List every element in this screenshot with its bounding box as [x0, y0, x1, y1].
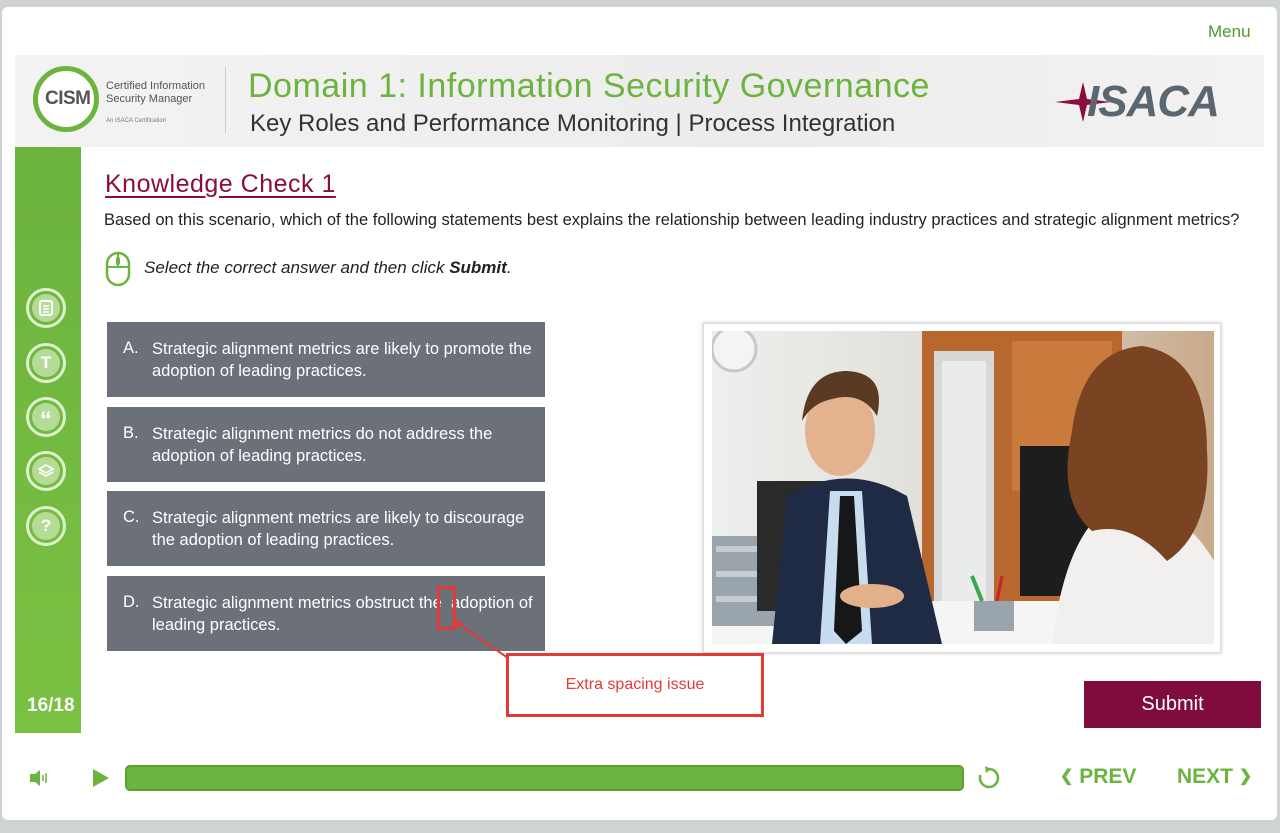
cism-logo-tagline: An ISACA Certification [106, 118, 167, 124]
domain-subtitle: Key Roles and Performance Monitoring | P… [250, 110, 896, 137]
annotation-arrow [452, 619, 509, 659]
knowledge-check-title: Knowledge Check 1 [105, 170, 336, 198]
resources-button[interactable] [26, 451, 66, 491]
option-letter: A. [123, 339, 139, 357]
cism-logo-letters: CISM [45, 88, 91, 109]
course-header: CISM Certified Information Security Mana… [15, 55, 1264, 147]
annotation-callout: Extra spacing issue [506, 653, 764, 717]
progress-bar[interactable] [125, 765, 964, 791]
submit-button[interactable]: Submit [1084, 681, 1261, 728]
office-meeting-photo [712, 331, 1214, 644]
notes-button[interactable] [26, 288, 66, 328]
help-button[interactable]: ? [26, 506, 66, 546]
prev-button[interactable]: ❮ PREV [1060, 765, 1136, 789]
cism-logo-text: Certified Information Security Manager [106, 80, 206, 106]
instruction-prefix: Select the correct answer and then click [144, 258, 450, 277]
instruction-text: Select the correct answer and then click… [144, 258, 512, 278]
option-text: Strategic alignment metrics are likely t… [152, 339, 532, 380]
isaca-logo-text: ISACA [1087, 77, 1220, 126]
cism-logo: CISM Certified Information Security Mana… [33, 66, 205, 136]
chevron-right-icon: ❯ [1238, 768, 1253, 785]
prev-label: PREV [1079, 765, 1137, 788]
answer-option-a[interactable]: A. Strategic alignment metrics are likel… [107, 322, 545, 397]
notes-icon [32, 294, 60, 322]
answer-option-b[interactable]: B. Strategic alignment metrics do not ad… [107, 407, 545, 482]
mouse-icon [105, 251, 131, 287]
question-text: Based on this scenario, which of the fol… [104, 211, 1240, 229]
next-button[interactable]: NEXT ❯ [1177, 765, 1252, 789]
volume-icon[interactable] [28, 767, 50, 789]
header-divider [225, 67, 226, 133]
sidebar: T “ ? 16/18 [15, 147, 81, 733]
next-label: NEXT [1177, 765, 1234, 788]
domain-title: Domain 1: Information Security Governanc… [248, 67, 930, 105]
glossary-button[interactable]: “ [26, 397, 66, 437]
option-letter: C. [123, 508, 140, 526]
scenario-photo [712, 331, 1214, 644]
transcript-icon: T [32, 349, 60, 377]
progress-fill [127, 767, 962, 789]
help-icon: ? [32, 512, 60, 540]
option-text: Strategic alignment metrics do not addre… [152, 424, 493, 465]
instruction-action: Submit [449, 258, 507, 277]
player-controls: ❮ PREV NEXT ❯ [15, 750, 1265, 805]
option-letter: B. [123, 424, 139, 442]
transcript-button[interactable]: T [26, 343, 66, 383]
play-icon[interactable] [91, 767, 111, 789]
menu-link[interactable]: Menu [1208, 22, 1251, 42]
annotation-label: Extra spacing issue [565, 676, 705, 693]
quote-icon: “ [32, 403, 60, 434]
option-letter: D. [123, 593, 140, 611]
scenario-photo-frame [703, 323, 1221, 653]
resources-icon [32, 457, 60, 485]
cism-logo-line2: Security Manager [106, 93, 193, 105]
page-counter: 16/18 [27, 695, 75, 716]
replay-icon[interactable] [976, 765, 1002, 791]
cism-logo-line1: Certified Information [106, 80, 206, 92]
chevron-left-icon: ❮ [1060, 768, 1074, 785]
option-text: Strategic alignment metrics are likely t… [152, 508, 525, 549]
isaca-logo: ISACA [1053, 77, 1233, 127]
instruction-suffix: . [506, 258, 512, 277]
answer-option-c[interactable]: C. Strategic alignment metrics are likel… [107, 491, 545, 566]
